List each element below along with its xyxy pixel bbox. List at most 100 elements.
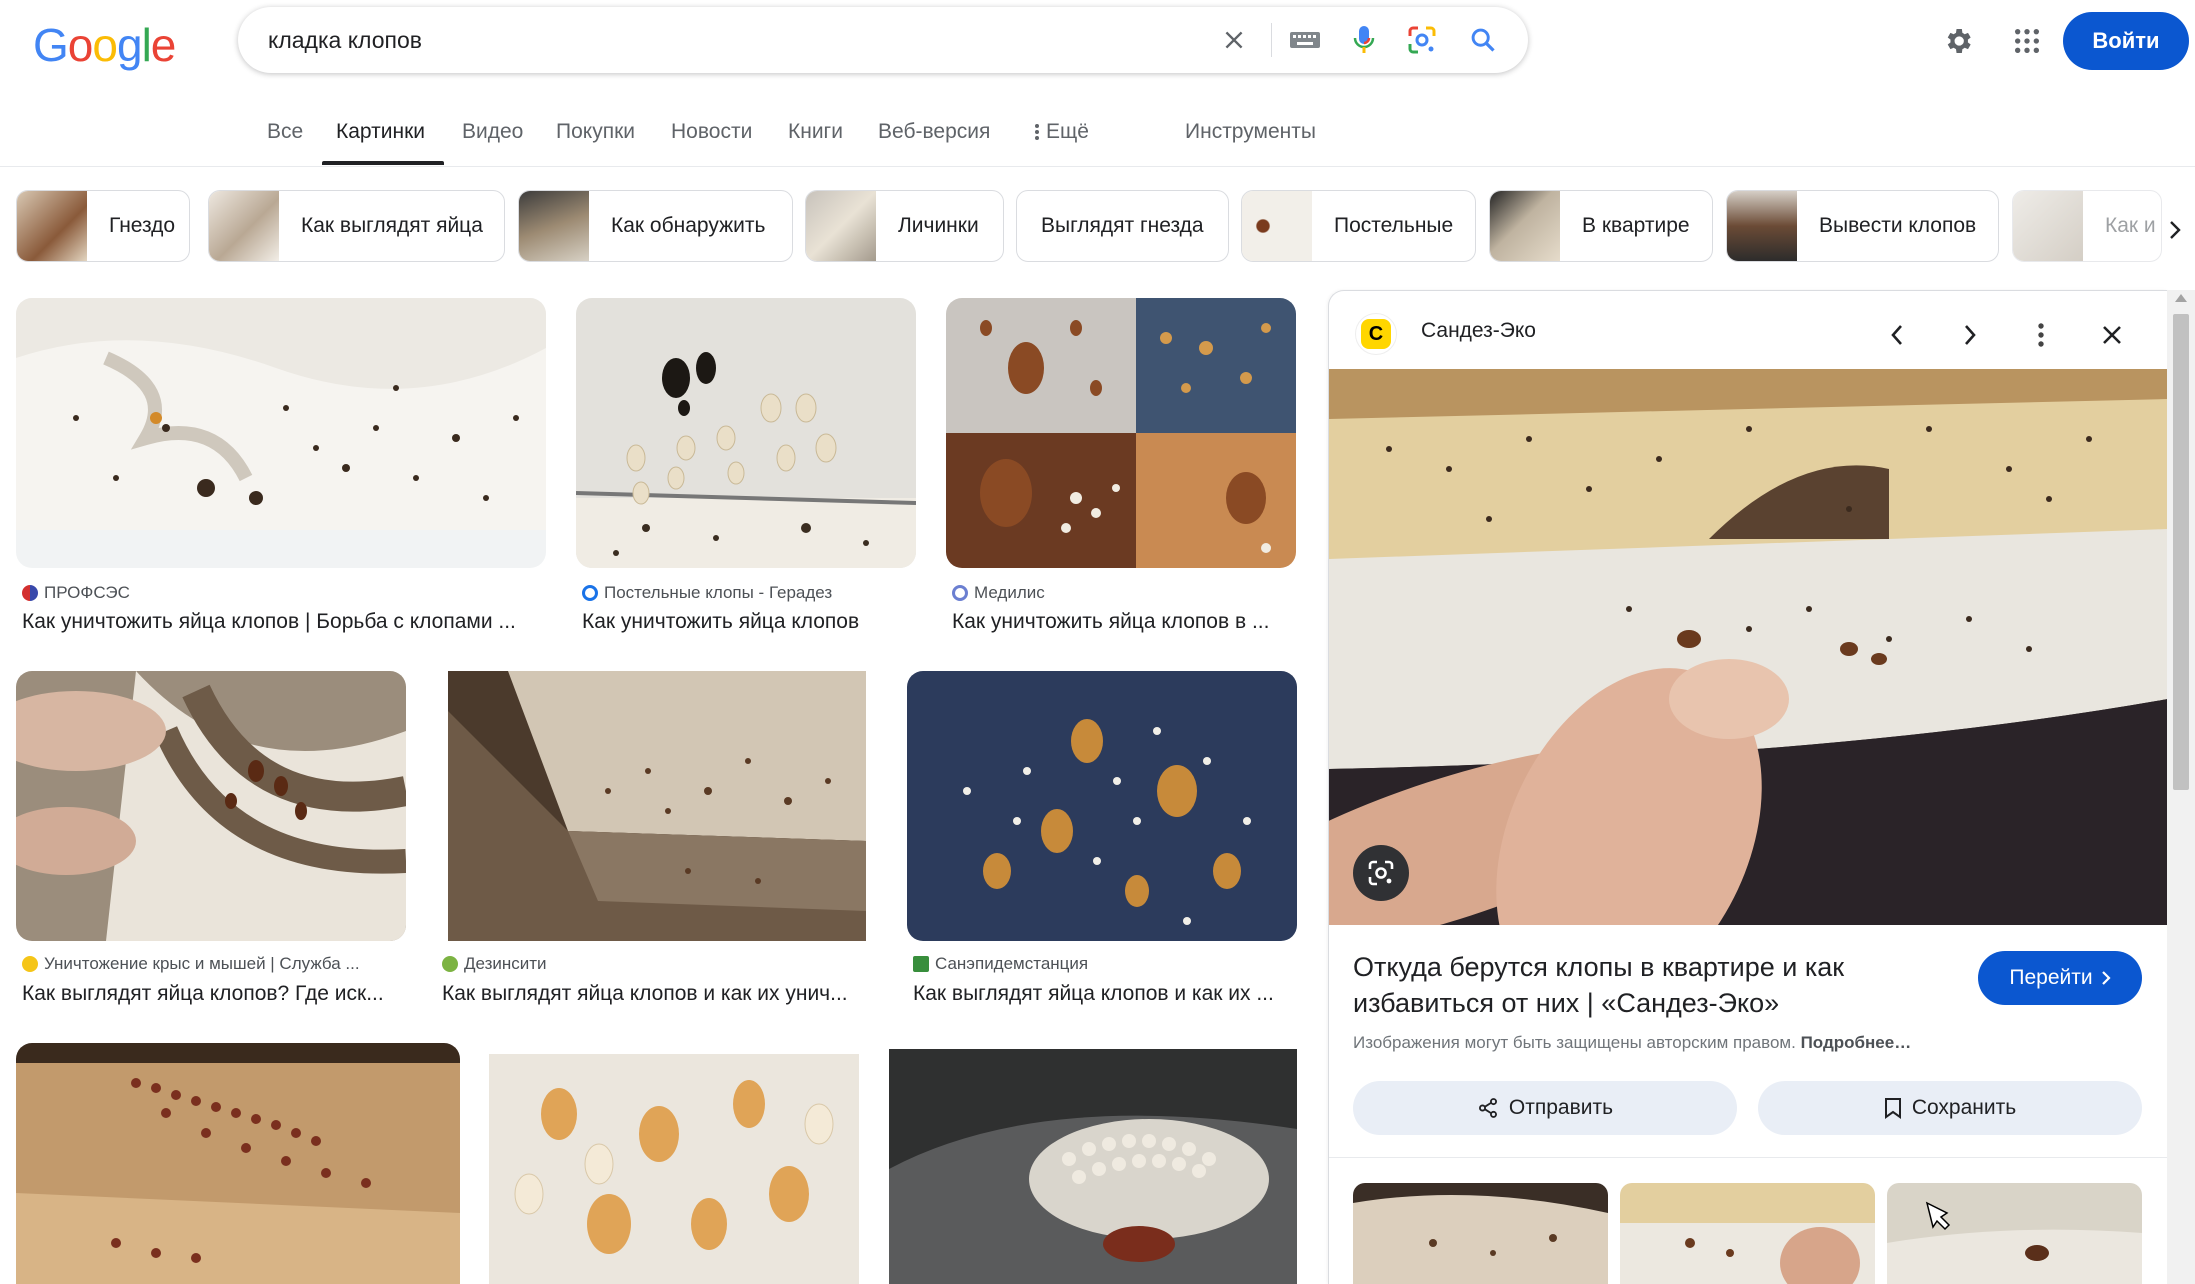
chip-eggs-look[interactable]: Как выглядят яйца [208,190,505,262]
preview-title[interactable]: Откуда берутся клопы в квартире и как из… [1353,949,1953,1021]
lens-icon[interactable] [1399,17,1445,63]
result-image[interactable] [489,1054,859,1284]
apps-grid-icon[interactable] [2003,17,2051,65]
related-image[interactable] [1620,1183,1875,1284]
result-title[interactable]: Как выглядят яйца клопов? Где иск... [22,982,412,1006]
close-icon[interactable] [2090,313,2134,357]
chevron-right-icon[interactable] [2155,210,2195,250]
result-source[interactable]: Постельные клопы - Герадез [582,583,832,603]
tab-web[interactable]: Веб-версия [878,120,990,144]
chevron-left-icon[interactable] [1875,313,1919,357]
favicon-icon [442,956,458,972]
result-image[interactable] [946,298,1296,568]
search-box[interactable]: кладка клопов [238,7,1528,73]
result-image-graphic [16,671,406,941]
chip-thumbnail [2013,191,2083,261]
chip-nest[interactable]: Гнездо [16,190,190,262]
chip-nests-look[interactable]: Выглядят гнезда [1016,190,1229,262]
copyright-notice: Изображения могут быть защищены авторски… [1353,1033,1912,1052]
result-title[interactable]: Как выглядят яйца клопов и как их ... [913,982,1297,1006]
more-vert-icon[interactable] [2019,313,2063,357]
chevron-right-icon[interactable] [1948,313,1992,357]
chip-get-rid[interactable]: Вывести клопов [1726,190,1999,262]
result-source[interactable]: Медилис [952,583,1045,603]
result-title[interactable]: Как уничтожить яйца клопов в ... [952,610,1292,634]
panel-divider [1329,1157,2168,1158]
tab-all[interactable]: Все [267,120,303,144]
result-source[interactable]: Дезинсити [442,954,547,974]
search-icon[interactable] [1460,17,1506,63]
favicon-icon [22,956,38,972]
clear-icon[interactable] [1211,17,1257,63]
result-image-graphic [16,1043,460,1284]
share-icon [1478,1098,1497,1118]
share-button[interactable]: Отправить [1353,1081,1737,1135]
scroll-thumb[interactable] [2173,314,2189,790]
gear-icon[interactable] [1934,17,1982,65]
chip-thumbnail [1242,191,1312,261]
chip-detect[interactable]: Как обнаружить [518,190,793,262]
active-tab-indicator [322,161,444,165]
tab-tools[interactable]: Инструменты [1185,120,1316,144]
panel-source[interactable]: Сандез-Эко [1421,319,1536,343]
microphone-icon[interactable] [1341,17,1387,63]
related-image[interactable] [1353,1183,1608,1284]
result-title[interactable]: Как выглядят яйца клопов и как их унич..… [442,982,866,1006]
chip-bedbugs[interactable]: Постельные [1241,190,1476,262]
result-source[interactable]: ПРОФСЭС [22,583,130,603]
result-title[interactable]: Как уничтожить яйца клопов [582,610,912,634]
bookmark-icon [1884,1098,1901,1119]
result-image-graphic [907,671,1297,941]
result-image[interactable] [907,671,1297,941]
favicon-icon [22,585,38,601]
tab-shopping[interactable]: Покупки [556,120,635,144]
related-image-graphic [1620,1183,1875,1284]
favicon-icon [952,585,968,601]
chevron-right-icon [2101,971,2111,985]
visual-search-button[interactable] [1353,845,1409,901]
site-logo[interactable]: C [1355,313,1397,355]
result-image-graphic [16,298,546,530]
result-image[interactable] [889,1049,1297,1284]
result-image-graphic [489,1054,859,1284]
chip-how[interactable]: Как и [2012,190,2162,262]
result-image-graphic [576,298,916,568]
preview-panel: C Сандез-Эко Откуда берутся клопы в квар… [1328,290,2168,1284]
save-button[interactable]: Сохранить [1758,1081,2142,1135]
learn-more-link[interactable]: Подробнее… [1801,1033,1912,1052]
result-title[interactable]: Как уничтожить яйца клопов | Борьба с кл… [22,610,542,634]
search-input[interactable]: кладка клопов [268,27,422,54]
result-source[interactable]: Санэпидемстанция [913,954,1088,974]
chip-thumbnail [17,191,87,261]
visit-button[interactable]: Перейти [1978,951,2142,1005]
chip-apartment[interactable]: В квартире [1489,190,1713,262]
panel-scrollbar[interactable] [2167,290,2195,1284]
tab-video[interactable]: Видео [462,120,523,144]
search-divider [1271,23,1272,57]
result-image-graphic [889,1049,1297,1284]
scroll-up-arrow[interactable] [2175,294,2187,302]
result-image[interactable] [16,671,406,941]
result-image-graphic [448,671,866,941]
favicon-icon [913,956,929,972]
tab-more[interactable]: Ещё [1034,120,1089,144]
result-image[interactable] [448,671,866,941]
chip-larvae[interactable]: Личинки [805,190,1004,262]
keyboard-icon[interactable] [1282,17,1328,63]
result-image[interactable] [576,298,916,568]
tab-images[interactable]: Картинки [336,120,425,144]
preview-image[interactable] [1329,369,2168,925]
result-image-graphic [946,298,1296,568]
chip-thumbnail [519,191,589,261]
result-source[interactable]: Уничтожение крыс и мышей | Служба ... [22,954,360,974]
tab-news[interactable]: Новости [671,120,752,144]
tab-books[interactable]: Книги [788,120,843,144]
result-image[interactable] [16,298,546,568]
signin-button[interactable]: Войти [2063,12,2189,70]
search-tabs: Все Картинки Видео Покупки Новости Книги… [0,110,2195,166]
google-logo[interactable]: Google [33,18,176,72]
result-image[interactable] [16,1043,460,1284]
more-vert-icon [1035,124,1039,140]
related-image-graphic [1353,1183,1608,1284]
related-image[interactable] [1887,1183,2142,1284]
